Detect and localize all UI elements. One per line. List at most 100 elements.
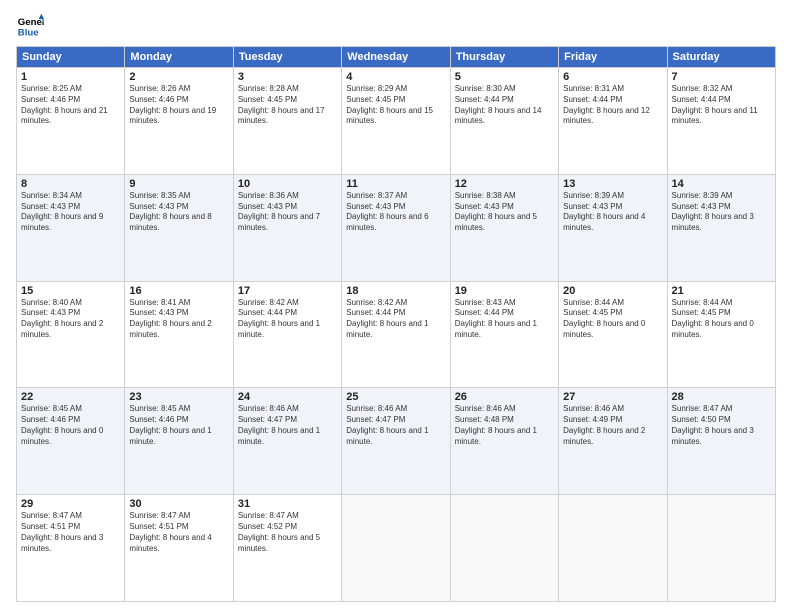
day-info: Sunrise: 8:47 AM Sunset: 4:50 PM Dayligh…: [672, 404, 771, 447]
day-info: Sunrise: 8:45 AM Sunset: 4:46 PM Dayligh…: [129, 404, 228, 447]
day-info: Sunrise: 8:42 AM Sunset: 4:44 PM Dayligh…: [346, 298, 445, 341]
day-info: Sunrise: 8:39 AM Sunset: 4:43 PM Dayligh…: [672, 191, 771, 234]
day-number: 17: [238, 285, 337, 297]
day-number: 20: [563, 285, 662, 297]
day-info: Sunrise: 8:47 AM Sunset: 4:51 PM Dayligh…: [129, 511, 228, 554]
header: General Blue: [16, 12, 776, 40]
day-info: Sunrise: 8:44 AM Sunset: 4:45 PM Dayligh…: [563, 298, 662, 341]
day-info: Sunrise: 8:31 AM Sunset: 4:44 PM Dayligh…: [563, 84, 662, 127]
day-number: 14: [672, 178, 771, 190]
calendar-cell: 23 Sunrise: 8:45 AM Sunset: 4:46 PM Dayl…: [125, 388, 233, 495]
day-info: Sunrise: 8:45 AM Sunset: 4:46 PM Dayligh…: [21, 404, 120, 447]
calendar-cell: 19 Sunrise: 8:43 AM Sunset: 4:44 PM Dayl…: [450, 281, 558, 388]
day-number: 5: [455, 71, 554, 83]
day-number: 7: [672, 71, 771, 83]
day-info: Sunrise: 8:43 AM Sunset: 4:44 PM Dayligh…: [455, 298, 554, 341]
day-info: Sunrise: 8:28 AM Sunset: 4:45 PM Dayligh…: [238, 84, 337, 127]
day-info: Sunrise: 8:35 AM Sunset: 4:43 PM Dayligh…: [129, 191, 228, 234]
calendar-cell: 15 Sunrise: 8:40 AM Sunset: 4:43 PM Dayl…: [17, 281, 125, 388]
calendar-table: SundayMondayTuesdayWednesdayThursdayFrid…: [16, 46, 776, 602]
day-info: Sunrise: 8:26 AM Sunset: 4:46 PM Dayligh…: [129, 84, 228, 127]
day-number: 8: [21, 178, 120, 190]
day-number: 19: [455, 285, 554, 297]
day-number: 16: [129, 285, 228, 297]
calendar-cell: 21 Sunrise: 8:44 AM Sunset: 4:45 PM Dayl…: [667, 281, 775, 388]
calendar-cell: 17 Sunrise: 8:42 AM Sunset: 4:44 PM Dayl…: [233, 281, 341, 388]
day-of-week-header: Thursday: [450, 47, 558, 68]
day-number: 18: [346, 285, 445, 297]
calendar-cell: 24 Sunrise: 8:46 AM Sunset: 4:47 PM Dayl…: [233, 388, 341, 495]
day-number: 22: [21, 391, 120, 403]
day-info: Sunrise: 8:47 AM Sunset: 4:51 PM Dayligh…: [21, 511, 120, 554]
day-number: 25: [346, 391, 445, 403]
calendar-cell: 31 Sunrise: 8:47 AM Sunset: 4:52 PM Dayl…: [233, 495, 341, 602]
logo: General Blue: [16, 12, 44, 40]
day-of-week-header: Sunday: [17, 47, 125, 68]
day-of-week-header: Wednesday: [342, 47, 450, 68]
calendar-cell: 7 Sunrise: 8:32 AM Sunset: 4:44 PM Dayli…: [667, 68, 775, 175]
day-of-week-header: Monday: [125, 47, 233, 68]
day-info: Sunrise: 8:34 AM Sunset: 4:43 PM Dayligh…: [21, 191, 120, 234]
day-info: Sunrise: 8:41 AM Sunset: 4:43 PM Dayligh…: [129, 298, 228, 341]
calendar-cell: 11 Sunrise: 8:37 AM Sunset: 4:43 PM Dayl…: [342, 174, 450, 281]
day-number: 3: [238, 71, 337, 83]
day-number: 28: [672, 391, 771, 403]
day-of-week-header: Saturday: [667, 47, 775, 68]
day-number: 4: [346, 71, 445, 83]
calendar-cell: [450, 495, 558, 602]
calendar-cell: 9 Sunrise: 8:35 AM Sunset: 4:43 PM Dayli…: [125, 174, 233, 281]
day-number: 11: [346, 178, 445, 190]
day-number: 12: [455, 178, 554, 190]
calendar-cell: 30 Sunrise: 8:47 AM Sunset: 4:51 PM Dayl…: [125, 495, 233, 602]
day-info: Sunrise: 8:39 AM Sunset: 4:43 PM Dayligh…: [563, 191, 662, 234]
day-number: 1: [21, 71, 120, 83]
calendar-cell: 2 Sunrise: 8:26 AM Sunset: 4:46 PM Dayli…: [125, 68, 233, 175]
day-info: Sunrise: 8:29 AM Sunset: 4:45 PM Dayligh…: [346, 84, 445, 127]
day-info: Sunrise: 8:25 AM Sunset: 4:46 PM Dayligh…: [21, 84, 120, 127]
day-info: Sunrise: 8:46 AM Sunset: 4:48 PM Dayligh…: [455, 404, 554, 447]
day-info: Sunrise: 8:47 AM Sunset: 4:52 PM Dayligh…: [238, 511, 337, 554]
calendar-cell: 22 Sunrise: 8:45 AM Sunset: 4:46 PM Dayl…: [17, 388, 125, 495]
calendar-cell: 14 Sunrise: 8:39 AM Sunset: 4:43 PM Dayl…: [667, 174, 775, 281]
calendar-cell: 10 Sunrise: 8:36 AM Sunset: 4:43 PM Dayl…: [233, 174, 341, 281]
calendar-cell: 6 Sunrise: 8:31 AM Sunset: 4:44 PM Dayli…: [559, 68, 667, 175]
day-number: 21: [672, 285, 771, 297]
calendar-cell: 20 Sunrise: 8:44 AM Sunset: 4:45 PM Dayl…: [559, 281, 667, 388]
day-of-week-header: Tuesday: [233, 47, 341, 68]
calendar-page: General Blue SundayMondayTuesdayWednesda…: [0, 0, 792, 612]
day-info: Sunrise: 8:40 AM Sunset: 4:43 PM Dayligh…: [21, 298, 120, 341]
logo-icon: General Blue: [16, 12, 44, 40]
day-number: 6: [563, 71, 662, 83]
calendar-cell: 4 Sunrise: 8:29 AM Sunset: 4:45 PM Dayli…: [342, 68, 450, 175]
calendar-cell: 26 Sunrise: 8:46 AM Sunset: 4:48 PM Dayl…: [450, 388, 558, 495]
calendar-cell: 5 Sunrise: 8:30 AM Sunset: 4:44 PM Dayli…: [450, 68, 558, 175]
day-number: 24: [238, 391, 337, 403]
day-number: 2: [129, 71, 228, 83]
calendar-cell: 3 Sunrise: 8:28 AM Sunset: 4:45 PM Dayli…: [233, 68, 341, 175]
day-info: Sunrise: 8:38 AM Sunset: 4:43 PM Dayligh…: [455, 191, 554, 234]
calendar-cell: 18 Sunrise: 8:42 AM Sunset: 4:44 PM Dayl…: [342, 281, 450, 388]
day-number: 27: [563, 391, 662, 403]
day-info: Sunrise: 8:42 AM Sunset: 4:44 PM Dayligh…: [238, 298, 337, 341]
day-number: 10: [238, 178, 337, 190]
calendar-cell: 29 Sunrise: 8:47 AM Sunset: 4:51 PM Dayl…: [17, 495, 125, 602]
day-info: Sunrise: 8:32 AM Sunset: 4:44 PM Dayligh…: [672, 84, 771, 127]
day-info: Sunrise: 8:46 AM Sunset: 4:47 PM Dayligh…: [238, 404, 337, 447]
day-number: 26: [455, 391, 554, 403]
calendar-cell: 1 Sunrise: 8:25 AM Sunset: 4:46 PM Dayli…: [17, 68, 125, 175]
calendar-cell: 8 Sunrise: 8:34 AM Sunset: 4:43 PM Dayli…: [17, 174, 125, 281]
calendar-cell: 27 Sunrise: 8:46 AM Sunset: 4:49 PM Dayl…: [559, 388, 667, 495]
day-number: 13: [563, 178, 662, 190]
day-info: Sunrise: 8:46 AM Sunset: 4:49 PM Dayligh…: [563, 404, 662, 447]
day-number: 15: [21, 285, 120, 297]
day-info: Sunrise: 8:46 AM Sunset: 4:47 PM Dayligh…: [346, 404, 445, 447]
day-of-week-header: Friday: [559, 47, 667, 68]
day-info: Sunrise: 8:44 AM Sunset: 4:45 PM Dayligh…: [672, 298, 771, 341]
calendar-cell: 25 Sunrise: 8:46 AM Sunset: 4:47 PM Dayl…: [342, 388, 450, 495]
day-number: 30: [129, 498, 228, 510]
calendar-cell: [667, 495, 775, 602]
day-info: Sunrise: 8:37 AM Sunset: 4:43 PM Dayligh…: [346, 191, 445, 234]
calendar-cell: 12 Sunrise: 8:38 AM Sunset: 4:43 PM Dayl…: [450, 174, 558, 281]
svg-text:Blue: Blue: [18, 28, 39, 39]
day-number: 23: [129, 391, 228, 403]
